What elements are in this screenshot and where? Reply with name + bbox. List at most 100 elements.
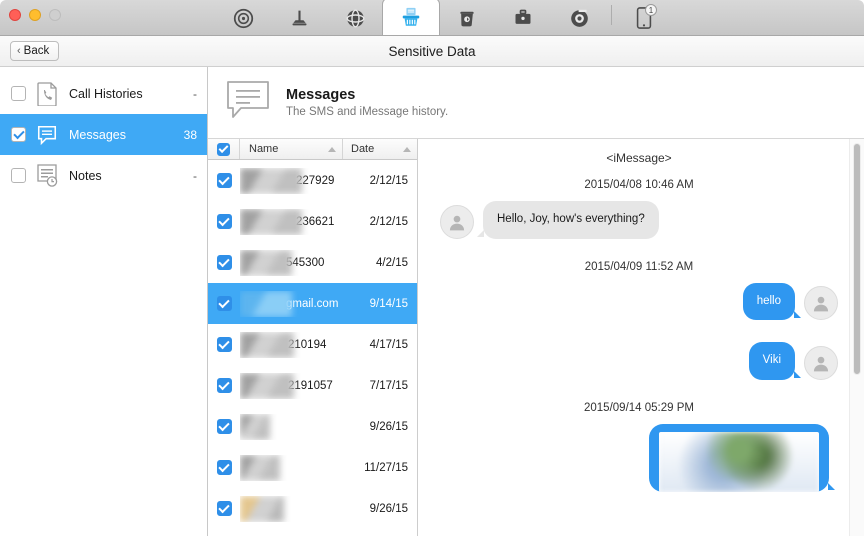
redacted-name	[240, 290, 292, 317]
redacted-name	[240, 495, 284, 522]
row-checkbox-cell[interactable]	[208, 173, 240, 188]
row-date: 4/2/15	[376, 256, 408, 269]
tab-target[interactable]	[551, 1, 607, 35]
row-date: 11/27/15	[364, 461, 408, 474]
table-row[interactable]: 545300 4/2/15	[208, 242, 417, 283]
table-row[interactable]: 227929 2/12/15	[208, 160, 417, 201]
target-icon	[569, 8, 590, 29]
phone-icon: 1	[636, 4, 657, 29]
tab-trash[interactable]	[439, 1, 495, 35]
row-checkbox[interactable]	[216, 460, 232, 475]
sidebar-item-count: -	[193, 168, 197, 183]
tab-cleanup[interactable]	[271, 1, 327, 35]
redacted-name	[240, 454, 280, 481]
message-bubble: Viki	[748, 342, 802, 380]
category-header: Messages The SMS and iMessage history.	[208, 67, 864, 139]
redacted-name	[240, 208, 302, 235]
row-checkbox-cell[interactable]	[208, 255, 240, 270]
select-all-checkbox[interactable]	[217, 142, 230, 156]
redacted-name	[240, 331, 294, 358]
conversation-pane: <iMessage> 2015/04/08 10:46 AM Hello, Joy…	[418, 139, 864, 536]
row-checkbox-cell[interactable]	[208, 501, 240, 516]
row-checkbox[interactable]	[216, 255, 232, 270]
table-row[interactable]: gmail.com 9/14/15	[208, 283, 417, 324]
close-button[interactable]	[9, 9, 21, 21]
table-row[interactable]: 210194 4/17/15	[208, 324, 417, 365]
message-photo	[659, 431, 819, 492]
row-checkbox[interactable]	[216, 501, 232, 516]
content-area: Messages The SMS and iMessage history. N…	[208, 67, 864, 536]
minimize-button[interactable]	[29, 9, 41, 21]
tab-privacy[interactable]	[327, 1, 383, 35]
title-bar: 1	[0, 0, 864, 36]
row-name-cell: 2191057	[240, 372, 343, 399]
app-window: 1 ‹ Back Sensitive Data Call Histories -	[0, 0, 864, 536]
row-date: 2/12/15	[369, 174, 408, 187]
tab-sensitive-data[interactable]	[383, 0, 439, 35]
row-checkbox-cell[interactable]	[208, 214, 240, 229]
message-row: Viki	[440, 342, 838, 380]
row-name-visible-tail: gmail.com	[286, 297, 339, 310]
messages-bubble-icon	[226, 80, 270, 125]
shred-basket-icon	[400, 6, 422, 28]
page-title: Sensitive Data	[388, 43, 476, 59]
avatar	[804, 345, 838, 380]
sidebar-item-messages[interactable]: Messages 38	[0, 114, 207, 155]
sidebar-item-label: Messages	[69, 127, 126, 142]
row-checkbox[interactable]	[216, 419, 232, 434]
row-checkbox-cell[interactable]	[208, 419, 240, 434]
sidebar-checkbox-call-histories[interactable]	[11, 86, 26, 101]
row-checkbox[interactable]	[216, 296, 232, 311]
row-name-cell	[240, 454, 343, 481]
table-row[interactable]: 236621 2/12/15	[208, 201, 417, 242]
sidebar-checkbox-messages[interactable]	[11, 127, 26, 142]
table-row[interactable]: 9/26/15	[208, 488, 417, 529]
back-button[interactable]: ‹ Back	[10, 41, 60, 61]
row-checkbox-cell[interactable]	[208, 296, 240, 311]
row-checkbox[interactable]	[216, 214, 232, 229]
table-row[interactable]: 9/26/15	[208, 406, 417, 447]
sidebar-item-call-histories[interactable]: Call Histories -	[0, 73, 207, 114]
scrollbar-thumb[interactable]	[853, 143, 861, 375]
row-checkbox[interactable]	[216, 173, 232, 188]
sphere-icon	[345, 8, 366, 29]
row-checkbox[interactable]	[216, 378, 232, 393]
row-name-cell	[240, 495, 343, 522]
row-checkbox-cell[interactable]	[208, 378, 240, 393]
row-date: 9/14/15	[369, 297, 408, 310]
tab-radar[interactable]	[215, 1, 271, 35]
table-row[interactable]: 2191057 7/17/15	[208, 365, 417, 406]
message-row: hello	[440, 282, 838, 321]
toolbox-icon	[513, 8, 533, 28]
table-row[interactable]: 11/27/15	[208, 447, 417, 488]
row-name-cell: 210194	[240, 331, 343, 358]
row-name-cell: 236621	[240, 208, 343, 235]
sidebar-item-notes[interactable]: Notes -	[0, 155, 207, 196]
avatar	[440, 204, 474, 239]
conversation-thread: <iMessage> 2015/04/08 10:46 AM Hello, Joy…	[418, 139, 864, 492]
row-date: 4/17/15	[369, 338, 408, 351]
tab-toolkit[interactable]	[495, 1, 551, 35]
sort-ascending-icon	[403, 146, 411, 152]
message-timestamp: 2015/04/08 10:46 AM	[584, 179, 694, 191]
select-all-cell[interactable]	[208, 139, 240, 159]
row-checkbox-cell[interactable]	[208, 337, 240, 352]
conversation-scrollbar[interactable]	[849, 139, 864, 536]
trash-icon	[457, 8, 477, 28]
message-timestamp: 2015/09/14 05:29 PM	[584, 401, 694, 414]
sidebar-item-count: -	[193, 86, 197, 101]
message-row: Hello, Joy, how's everything?	[440, 201, 838, 239]
category-subtitle: The SMS and iMessage history.	[286, 106, 449, 118]
message-bubble-photo	[649, 423, 835, 492]
column-header-date[interactable]: Date	[343, 139, 417, 159]
column-header-name[interactable]: Name	[240, 139, 343, 159]
row-name-cell	[240, 413, 343, 440]
list-header: Name Date	[208, 139, 417, 160]
messages-icon	[35, 124, 59, 146]
row-checkbox[interactable]	[216, 337, 232, 352]
tab-device[interactable]: 1	[616, 1, 672, 35]
main-body: Call Histories - Messages 38 Notes - Mes…	[0, 67, 864, 536]
message-timestamp: 2015/04/09 11:52 AM	[584, 260, 694, 273]
row-checkbox-cell[interactable]	[208, 460, 240, 475]
sidebar-checkbox-notes[interactable]	[11, 168, 26, 183]
